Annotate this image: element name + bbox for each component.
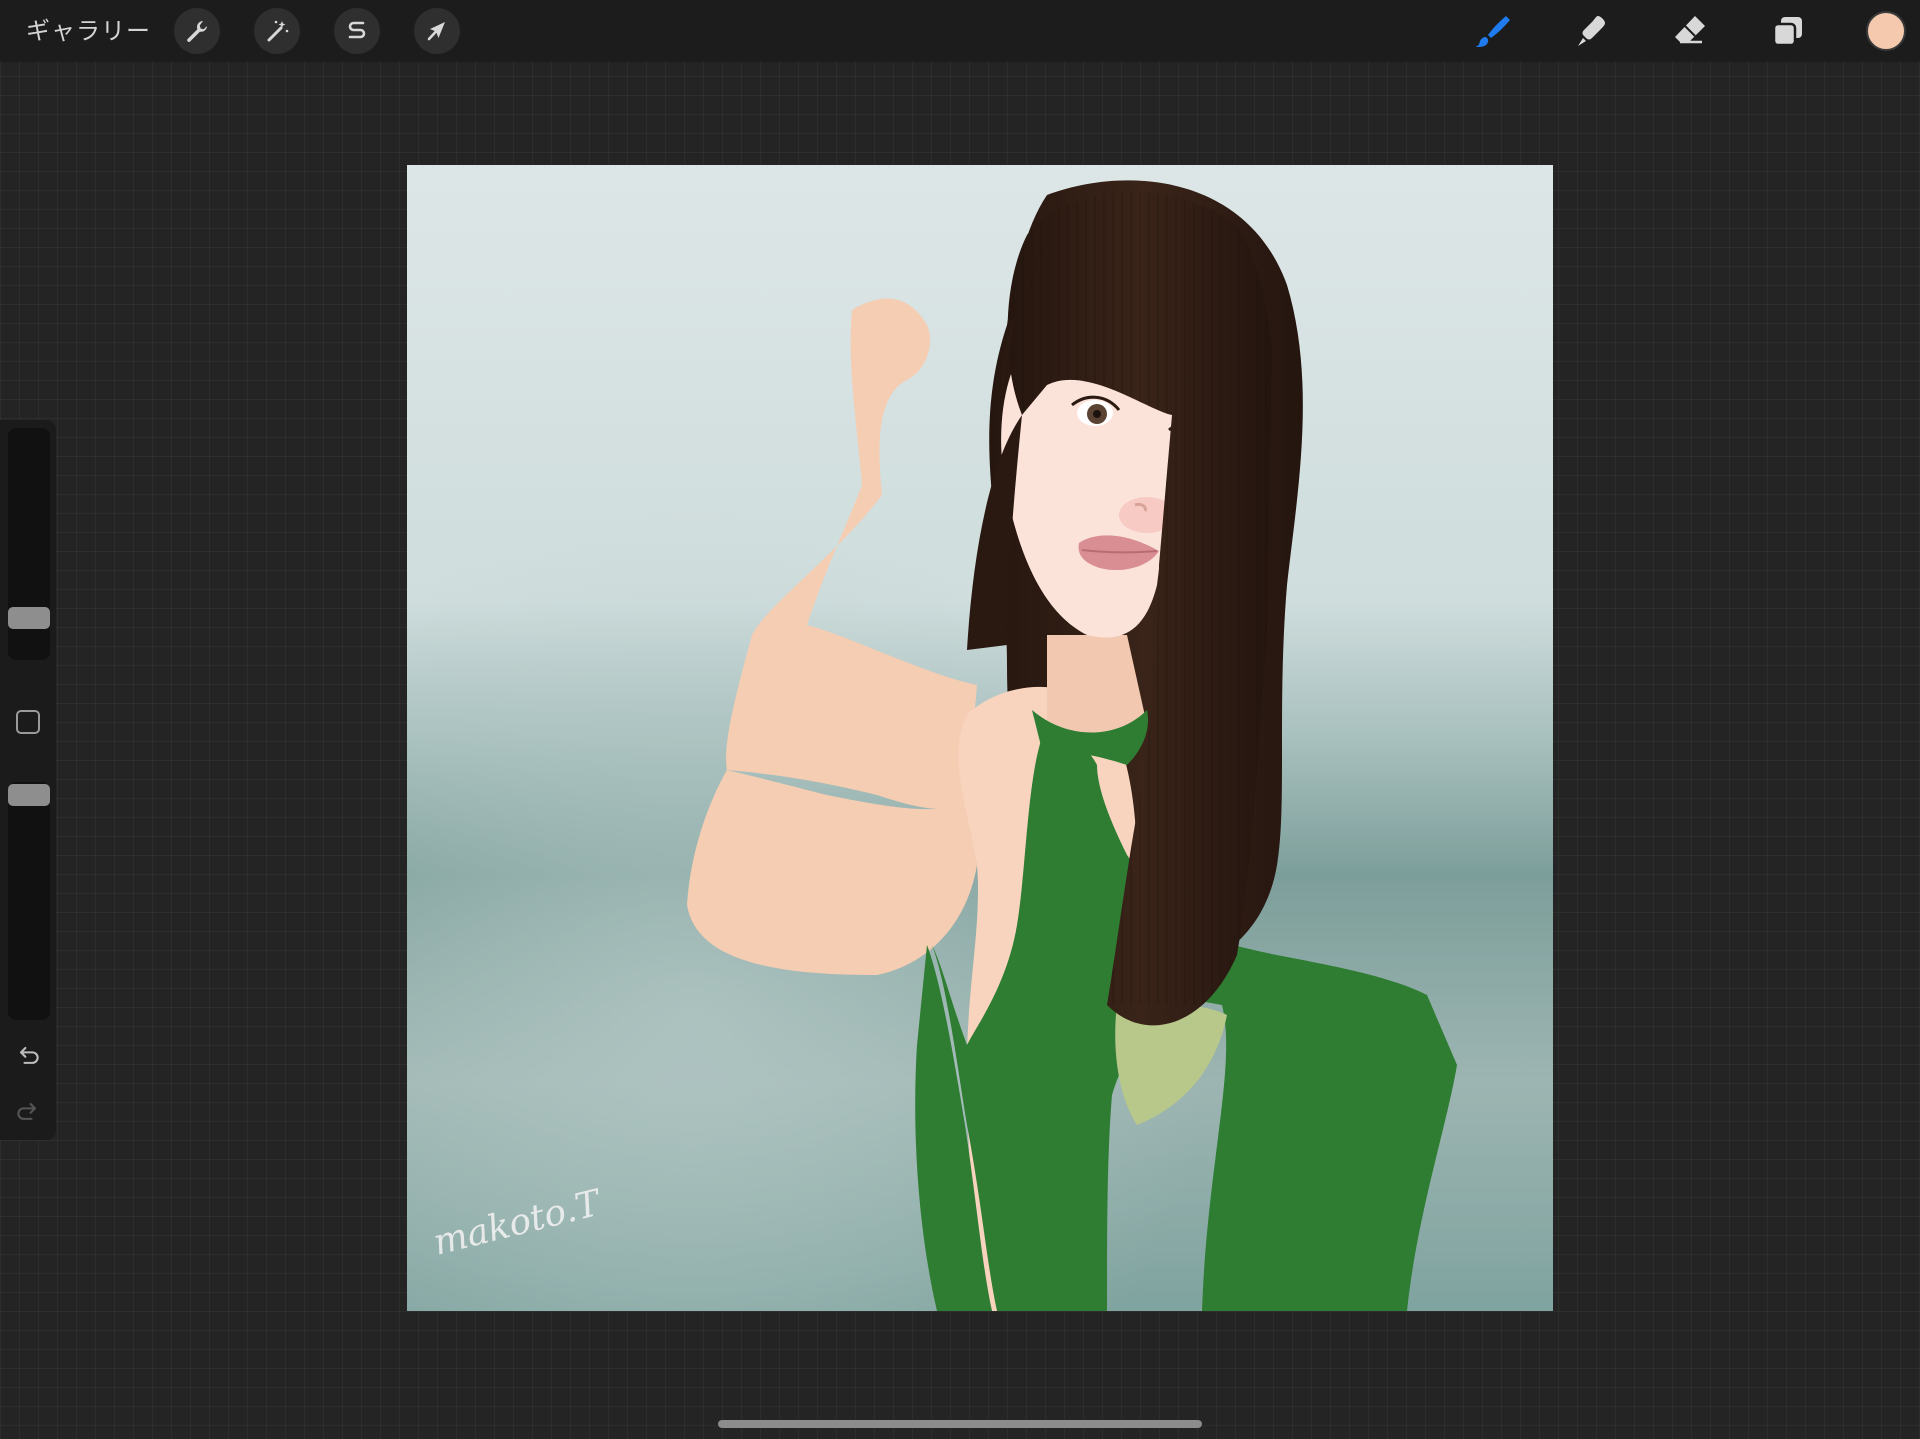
artwork: makoto.T — [407, 165, 1553, 1311]
undo-icon — [19, 1046, 39, 1064]
undo-button[interactable] — [12, 1039, 44, 1071]
procreate-app: ギャラリー makoto.T — [0, 0, 1920, 1439]
modify-button[interactable] — [16, 710, 40, 734]
brush-tool-button[interactable] — [1470, 9, 1514, 53]
selection-s-icon — [348, 21, 366, 39]
home-indicator[interactable] — [718, 1420, 1202, 1428]
smudge-tool-button[interactable] — [1570, 9, 1614, 53]
layers-icon — [1772, 17, 1802, 47]
smudge-icon — [1578, 16, 1605, 46]
transform-button[interactable] — [414, 8, 460, 54]
layers-button[interactable] — [1766, 9, 1810, 53]
opacity-slider[interactable] — [8, 782, 50, 1020]
arrow-cursor-icon — [427, 22, 445, 41]
wrench-icon — [187, 20, 207, 42]
top-toolbar: ギャラリー — [0, 0, 1920, 62]
drawing-canvas[interactable]: makoto.T — [407, 165, 1553, 1311]
actions-button[interactable] — [174, 8, 220, 54]
magic-wand-icon — [267, 20, 289, 42]
adjustments-button[interactable] — [254, 8, 300, 54]
color-picker-button[interactable] — [1866, 11, 1906, 51]
selection-button[interactable] — [334, 8, 380, 54]
gallery-link[interactable]: ギャラリー — [26, 14, 151, 48]
brush-icon — [1475, 16, 1510, 47]
eraser-icon — [1675, 16, 1705, 44]
brush-size-handle[interactable] — [8, 607, 50, 629]
redo-button[interactable] — [12, 1095, 44, 1127]
eraser-tool-button[interactable] — [1668, 9, 1712, 53]
opacity-handle[interactable] — [8, 784, 50, 806]
side-toolbar — [0, 420, 56, 1140]
redo-icon — [17, 1102, 37, 1120]
